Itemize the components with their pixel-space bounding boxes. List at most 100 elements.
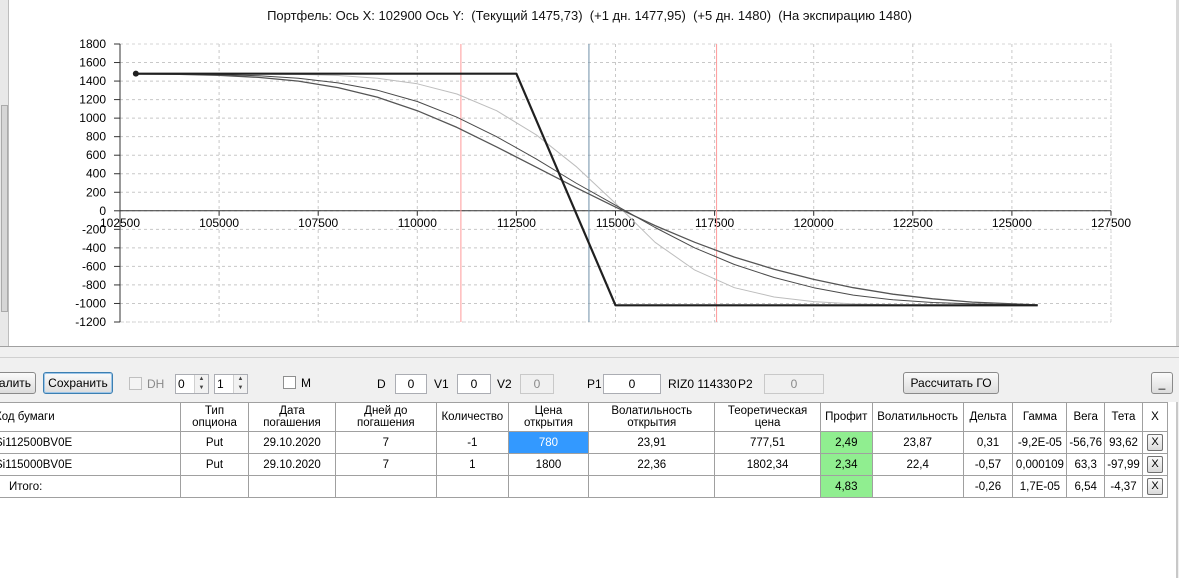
y-tick-label: 0 [99, 204, 106, 218]
m-label: M [301, 376, 311, 390]
table-cell[interactable]: 22,4 [871, 453, 964, 476]
table-cell-selected[interactable]: 780 [507, 431, 590, 454]
spin-arrows[interactable]: ▲ ▼ [233, 375, 247, 393]
table-cell[interactable]: 7 [334, 453, 437, 476]
v2-label: V2 [497, 377, 512, 391]
spin-input-1[interactable]: 0 ▲ ▼ [175, 374, 209, 394]
delete-total-button[interactable]: X [1146, 478, 1163, 495]
x-tick-label: 115000 [596, 216, 635, 230]
table-cell[interactable]: -0,57 [962, 453, 1014, 476]
x-tick-label: 105000 [199, 216, 239, 230]
up-arrow-icon[interactable]: ▲ [234, 375, 247, 384]
dh-label: DH [147, 377, 165, 391]
delete-row-button[interactable]: X [1146, 456, 1163, 473]
x-tick-label: 112500 [497, 216, 536, 230]
table-cell[interactable]: -97,99 [1104, 453, 1143, 476]
header-cell[interactable]: Тип опциона [179, 402, 250, 432]
table-cell[interactable]: 93,62 [1104, 431, 1143, 454]
splitter[interactable] [0, 346, 1179, 358]
y-tick-label: -600 [82, 259, 106, 273]
v1-input[interactable]: 0 [457, 374, 491, 394]
y-tick-label: 600 [86, 148, 106, 162]
table-cell[interactable]: Put [179, 431, 250, 454]
p1-input[interactable]: 0 [603, 374, 661, 394]
x-tick-label: 107500 [298, 216, 338, 230]
scrollbar-thumb[interactable] [1, 105, 8, 312]
table-cell[interactable]: 22,36 [588, 453, 716, 476]
table-row[interactable]: Si112500BV0E Put 29.10.2020 7 -1 780 23,… [0, 431, 1169, 454]
profit-cell[interactable]: 2,49 [819, 431, 873, 454]
total-label: Итого: [0, 475, 181, 498]
profit-cell[interactable]: 2,34 [819, 453, 873, 476]
v2-input[interactable]: 0 [520, 374, 554, 394]
table-cell[interactable]: 63,3 [1066, 453, 1105, 476]
table-cell [179, 475, 250, 498]
table-cell[interactable]: -1 [435, 431, 509, 454]
table-cell[interactable]: 1802,34 [714, 453, 821, 476]
table-cell[interactable]: 29.10.2020 [248, 453, 336, 476]
up-arrow-icon[interactable]: ▲ [195, 375, 208, 384]
d-input[interactable]: 0 [395, 374, 427, 394]
table-cell[interactable]: 777,51 [714, 431, 821, 454]
y-tick-label: -400 [82, 241, 106, 255]
down-arrow-icon[interactable]: ▼ [234, 384, 247, 393]
spin-input-2[interactable]: 1 ▲ ▼ [214, 374, 248, 394]
header-cell[interactable]: Гамма [1012, 402, 1068, 432]
spin-arrows[interactable]: ▲ ▼ [194, 375, 208, 393]
y-tick-label: 1200 [79, 93, 106, 107]
spin-value: 0 [178, 377, 185, 391]
header-cell[interactable]: Теоретическая цена [714, 402, 821, 432]
table-cell [435, 475, 509, 498]
down-arrow-icon[interactable]: ▼ [195, 384, 208, 393]
header-cell[interactable]: Дата погашения [248, 402, 336, 432]
table-cell[interactable]: 23,91 [588, 431, 716, 454]
header-cell[interactable]: Профит [819, 402, 873, 432]
table-cell[interactable]: Si112500BV0E [0, 431, 181, 454]
table-cell[interactable]: 7 [334, 431, 437, 454]
m-checkbox[interactable] [283, 376, 296, 389]
total-row[interactable]: Итого: 4,83 -0,26 1,7E-05 6,54 -4,37 X [0, 475, 1169, 498]
header-cell[interactable]: Цена открытия [507, 402, 590, 432]
calculate-go-button[interactable]: Рассчитать ГО [903, 372, 999, 394]
table-cell[interactable]: -9,2E-05 [1012, 431, 1068, 454]
header-cell[interactable]: Волатильность [871, 402, 964, 432]
header-cell[interactable]: Вега [1066, 402, 1105, 432]
table-cell[interactable]: 23,87 [871, 431, 964, 454]
table-row[interactable]: Si115000BV0E Put 29.10.2020 7 1 1800 22,… [0, 453, 1169, 476]
x-tick-label: 125000 [992, 216, 1032, 230]
x-tick-label: 102500 [100, 216, 140, 230]
minimize-button[interactable]: _ [1151, 372, 1173, 394]
header-cell[interactable]: Тета [1104, 402, 1143, 432]
y-tick-label: 1800 [79, 37, 106, 51]
table-cell[interactable]: 0,31 [962, 431, 1014, 454]
v1-label: V1 [434, 377, 449, 391]
delete-button[interactable]: алить [0, 372, 36, 394]
header-cell[interactable]: Дельта [962, 402, 1014, 432]
options-grid: Код бумаги Тип опциона Дата погашения Дн… [0, 402, 1178, 578]
header-cell[interactable]: Волатильность открытия [588, 402, 716, 432]
table-cell[interactable]: 29.10.2020 [248, 431, 336, 454]
table-cell [507, 475, 590, 498]
header-cell[interactable]: X [1141, 402, 1169, 432]
table-cell[interactable]: Si115000BV0E [0, 453, 181, 476]
header-cell[interactable]: Дней до погашения [334, 402, 437, 432]
p2-input[interactable]: 0 [764, 374, 824, 394]
header-cell[interactable]: Количество [435, 402, 509, 432]
table-cell: -0,26 [962, 475, 1014, 498]
header-cell[interactable]: Код бумаги [0, 402, 181, 432]
table-cell: -4,37 [1104, 475, 1143, 498]
dh-checkbox[interactable] [129, 377, 142, 390]
left-scrollbar[interactable] [0, 0, 9, 346]
table-cell[interactable]: 1 [435, 453, 509, 476]
table-cell[interactable]: 1800 [507, 453, 590, 476]
delete-row-button[interactable]: X [1146, 434, 1163, 451]
table-cell[interactable]: -56,76 [1066, 431, 1105, 454]
table-cell[interactable]: 0,000109 [1012, 453, 1068, 476]
table-cell: 6,54 [1066, 475, 1105, 498]
y-tick-label: 400 [86, 167, 106, 181]
save-button[interactable]: Сохранить [43, 372, 113, 394]
table-cell[interactable]: Put [179, 453, 250, 476]
y-tick-label: -1200 [75, 315, 106, 329]
chart-panel: Портфель: Ось X: 102900 Ось Y: (Текущий … [0, 0, 1179, 346]
table-cell [334, 475, 437, 498]
